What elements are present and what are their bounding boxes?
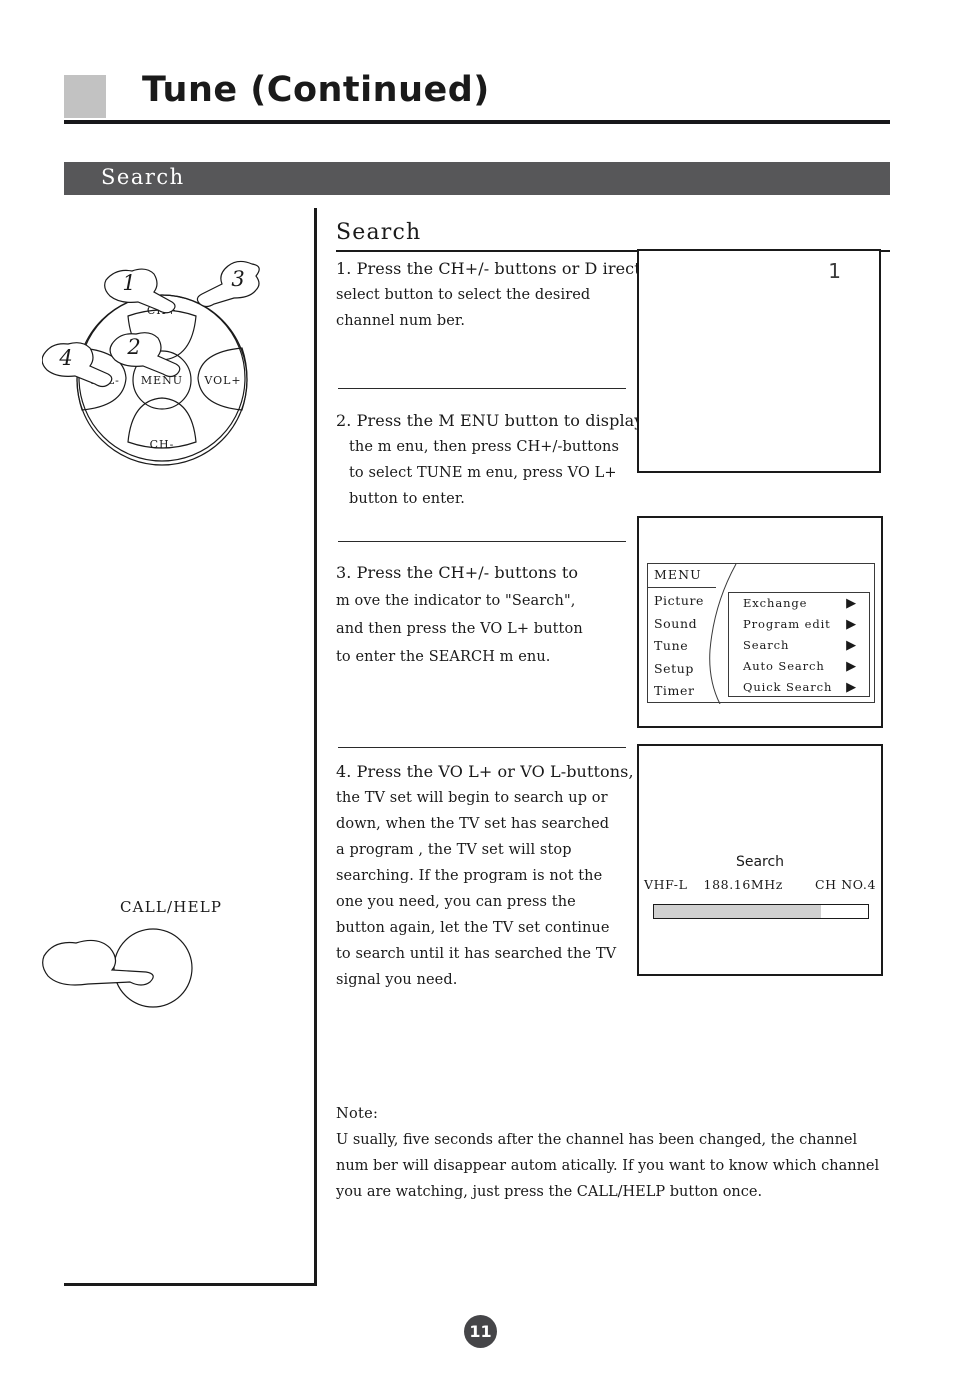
- step-4-line-7: button again, let the TV set continue: [336, 920, 610, 936]
- step-4-line-2: the TV set will begin to search up or: [336, 790, 608, 806]
- osd-category-sound[interactable]: Sound: [654, 613, 716, 636]
- control-pad-illustration: CH+ CH- VOL- VOL+ MENU 1 3 2 4: [41, 258, 282, 488]
- osd-submenu-label-auto-search: Auto Search: [743, 659, 825, 673]
- step-4-line-3: down, when the TV set has searched: [336, 816, 610, 832]
- header-swatch-decoration: [64, 75, 106, 118]
- osd-category-setup[interactable]: Setup: [654, 658, 716, 681]
- step-divider-2: [338, 541, 626, 542]
- osd-category-timer[interactable]: Timer: [654, 680, 716, 703]
- step-3-line-2: m ove the indicator to "Search",: [336, 593, 576, 609]
- hand-pointer-3: [196, 260, 260, 308]
- osd-menu-panel: MENU Picture Sound Tune Setup Timer Exch…: [647, 563, 875, 704]
- tv-screen-figure-search-progress: Search VHF-L 188.16MHz CH NO.4: [637, 744, 883, 976]
- osd-submenu-panel: Exchange ▶ Program edit ▶ Search ▶ Auto …: [728, 592, 870, 697]
- tv-screen-figure-channel: 1: [637, 249, 881, 473]
- osd-title-divider: [648, 587, 716, 588]
- note-line-2: num ber will disappear autom atically. I…: [336, 1158, 880, 1174]
- step-block-1: 1. Press the CH+/- buttons or D irect se…: [336, 256, 641, 334]
- step-1-line-2: select button to select the desired: [336, 287, 591, 303]
- osd-menu-title: MENU: [654, 567, 702, 582]
- step-4-line-1: 4. Press the VO L+ or VO L-buttons,: [336, 762, 634, 781]
- search-progress-fill: [654, 905, 821, 918]
- screen-channel-number: 1: [828, 259, 841, 283]
- callout-number-4: 4: [58, 346, 72, 370]
- search-channel-number: CH NO.4: [814, 877, 877, 892]
- search-osd-group: Search VHF-L 188.16MHz CH NO.4: [639, 854, 881, 892]
- page-title: Tune (Continued): [142, 70, 490, 110]
- search-band-label: VHF-L: [643, 877, 688, 892]
- osd-submenu-item-search[interactable]: Search ▶: [729, 635, 869, 656]
- call-help-svg: [42, 928, 193, 1008]
- step-2-line-1: 2. Press the M ENU button to display: [336, 411, 644, 430]
- pad-label-menu: MENU: [141, 374, 183, 387]
- note-line-1: U sually, five seconds after the channel…: [336, 1132, 858, 1148]
- osd-submenu-item-quick-search[interactable]: Quick Search ▶: [729, 677, 869, 698]
- step-3-line-3: and then press the VO L+ button: [336, 621, 583, 637]
- step-4-line-5: searching. If the program is not the: [336, 868, 603, 884]
- chevron-right-icon: ▶: [846, 680, 857, 695]
- callout-number-2: 2: [126, 335, 140, 359]
- step-2-line-2: the m enu, then press CH+/-buttons: [349, 439, 620, 455]
- search-osd-info-line: VHF-L 188.16MHz CH NO.4: [639, 877, 881, 892]
- chevron-right-icon: ▶: [846, 659, 857, 674]
- osd-category-list: Picture Sound Tune Setup Timer: [654, 590, 716, 703]
- call-help-illustration: CALL/HELP: [40, 898, 230, 1008]
- tv-screen-figure-osd-menu: MENU Picture Sound Tune Setup Timer Exch…: [637, 516, 883, 728]
- osd-submenu-label-program-edit: Program edit: [743, 617, 831, 631]
- osd-submenu-item-auto-search[interactable]: Auto Search ▶: [729, 656, 869, 677]
- osd-submenu-label-exchange: Exchange: [743, 596, 808, 610]
- step-4-line-8: to search until it has searched the TV: [336, 946, 617, 962]
- section-bar: Search: [64, 162, 890, 195]
- note-block: Note: U sually, five seconds after the c…: [336, 1101, 916, 1205]
- search-osd-title: Search: [735, 854, 785, 870]
- page-number-badge: 11: [464, 1315, 497, 1348]
- callout-number-3: 3: [231, 267, 244, 291]
- step-3-line-4: to enter the SEARCH m enu.: [336, 649, 551, 665]
- pad-label-vol-up: VOL+: [203, 374, 241, 387]
- header-divider-rule: [64, 120, 890, 124]
- step-2-line-3: to select TUNE m enu, press VO L+: [349, 465, 617, 481]
- call-help-label: CALL/HELP: [120, 898, 223, 916]
- search-progress-bar: [653, 904, 869, 919]
- step-4-line-9: signal you need.: [336, 972, 458, 988]
- page-header: Tune (Continued): [64, 70, 890, 127]
- step-block-2: 2. Press the M ENU button to display the…: [336, 408, 644, 512]
- section-bar-label: Search: [101, 165, 185, 189]
- osd-submenu-item-exchange[interactable]: Exchange ▶: [729, 593, 869, 614]
- hand-pointer-1: [104, 268, 176, 314]
- step-2-line-4: button to enter.: [349, 491, 465, 507]
- note-label: Note:: [336, 1106, 379, 1122]
- step-1-line-3: channel num ber.: [336, 313, 466, 329]
- call-help-hand-pointer: [42, 939, 154, 986]
- step-3-line-1: 3. Press the CH+/- buttons to: [336, 563, 579, 582]
- step-4-line-6: one you need, you can press the: [336, 894, 576, 910]
- chevron-right-icon: ▶: [846, 596, 857, 611]
- search-frequency-value: 188.16MHz: [703, 877, 783, 892]
- step-block-3: 3. Press the CH+/- buttons to m ove the …: [336, 559, 636, 671]
- osd-category-picture[interactable]: Picture: [654, 590, 716, 613]
- step-1-line-1: 1. Press the CH+/- buttons or D irect: [336, 259, 641, 278]
- note-line-3: you are watching, just press the CALL/HE…: [336, 1184, 763, 1200]
- pad-label-ch-down: CH-: [150, 438, 175, 451]
- osd-submenu-item-program-edit[interactable]: Program edit ▶: [729, 614, 869, 635]
- osd-submenu-label-quick-search: Quick Search: [743, 680, 833, 694]
- call-help-button-circle: [113, 928, 193, 1008]
- step-divider-3: [338, 747, 626, 748]
- osd-category-tune[interactable]: Tune: [654, 635, 716, 658]
- callout-number-1: 1: [122, 271, 135, 295]
- step-block-4: 4. Press the VO L+ or VO L-buttons, the …: [336, 759, 636, 993]
- subsection-title: Search: [336, 220, 422, 245]
- step-4-line-4: a program , the TV set will stop: [336, 842, 572, 858]
- control-pad-svg: CH+ CH- VOL- VOL+ MENU 1 3 2 4: [41, 260, 260, 466]
- chevron-right-icon: ▶: [846, 638, 857, 653]
- chevron-right-icon: ▶: [846, 617, 857, 632]
- hand-pointer-2: [109, 332, 181, 378]
- osd-submenu-label-search: Search: [743, 638, 790, 652]
- step-divider-1: [338, 388, 626, 389]
